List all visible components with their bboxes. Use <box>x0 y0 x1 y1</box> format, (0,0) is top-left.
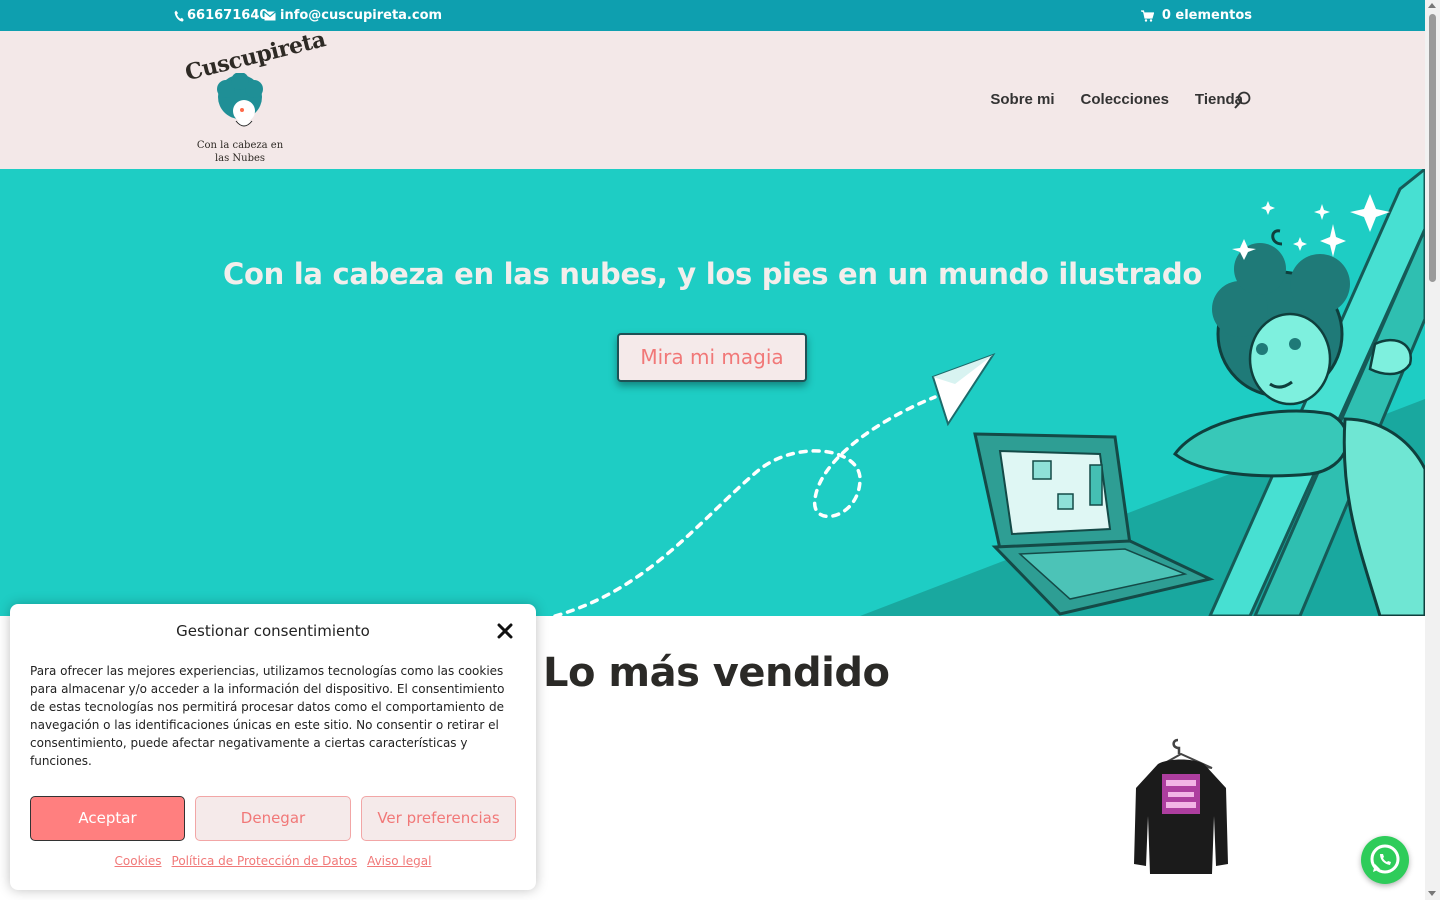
page-scrollbar[interactable] <box>1425 0 1440 900</box>
close-icon <box>497 623 513 639</box>
whatsapp-icon <box>1370 844 1400 874</box>
cart-link[interactable]: 0 elementos <box>1140 8 1252 23</box>
search-icon <box>1234 91 1251 109</box>
link-cookies[interactable]: Cookies <box>115 854 162 868</box>
whatsapp-button[interactable] <box>1361 836 1409 884</box>
top-email[interactable]: info@cuscupireta.com <box>264 8 442 23</box>
cart-icon <box>1140 9 1154 22</box>
hero-illustration <box>553 169 1425 616</box>
hero-cta-button[interactable]: Mira mi magia <box>617 333 807 382</box>
scroll-thumb[interactable] <box>1429 14 1436 282</box>
accept-button[interactable]: Aceptar <box>30 796 185 841</box>
logo-girl-illustration <box>217 73 263 127</box>
link-data-protection[interactable]: Política de Protección de Datos <box>172 854 358 868</box>
cart-count: 0 elementos <box>1161 8 1252 23</box>
section-title: Lo más vendido <box>543 650 890 696</box>
phone-number: 661671640 <box>187 8 269 23</box>
scroll-up-arrow[interactable] <box>1428 3 1436 8</box>
logo-tagline-line2: las Nubes <box>214 153 266 164</box>
nav-item-sobre-mi[interactable]: Sobre mi <box>990 91 1054 108</box>
top-phone[interactable]: 661671640 <box>174 8 268 23</box>
search-button[interactable] <box>1232 90 1254 112</box>
nav-item-colecciones[interactable]: Colecciones <box>1081 91 1169 108</box>
consent-links: Cookies Política de Protección de Datos … <box>10 854 536 868</box>
consent-title: Gestionar consentimiento <box>176 622 370 640</box>
cookie-consent-dialog: Gestionar consentimiento Para ofrecer la… <box>10 604 536 890</box>
phone-icon <box>174 10 184 22</box>
site-logo[interactable]: Cuscupireta Con la cabeza en las Nubes <box>183 26 329 164</box>
scroll-down-arrow[interactable] <box>1428 891 1436 896</box>
preferences-button[interactable]: Ver preferencias <box>361 796 516 841</box>
main-nav: Sobre mi Colecciones Tienda <box>990 91 1243 108</box>
consent-body: Para ofrecer las mejores experiencias, u… <box>30 664 505 768</box>
top-bar: 661671640 info@cuscupireta.com 0 element… <box>0 0 1425 31</box>
product-image-sweatshirt[interactable] <box>1128 736 1234 878</box>
consent-close-button[interactable] <box>496 622 514 640</box>
hero-banner: Con la cabeza en las nubes, y los pies e… <box>0 169 1425 616</box>
site-header: Cuscupireta Con la cabeza en las Nubes S… <box>0 26 1425 169</box>
logo-tagline: Con la cabeza en las Nubes <box>184 139 296 165</box>
email-address: info@cuscupireta.com <box>280 8 443 23</box>
envelope-icon <box>264 10 276 21</box>
link-legal-notice[interactable]: Aviso legal <box>367 854 431 868</box>
logo-tagline-line1: Con la cabeza en <box>196 140 284 151</box>
hero-title: Con la cabeza en las nubes, y los pies e… <box>223 257 1202 291</box>
deny-button[interactable]: Denegar <box>195 796 351 841</box>
